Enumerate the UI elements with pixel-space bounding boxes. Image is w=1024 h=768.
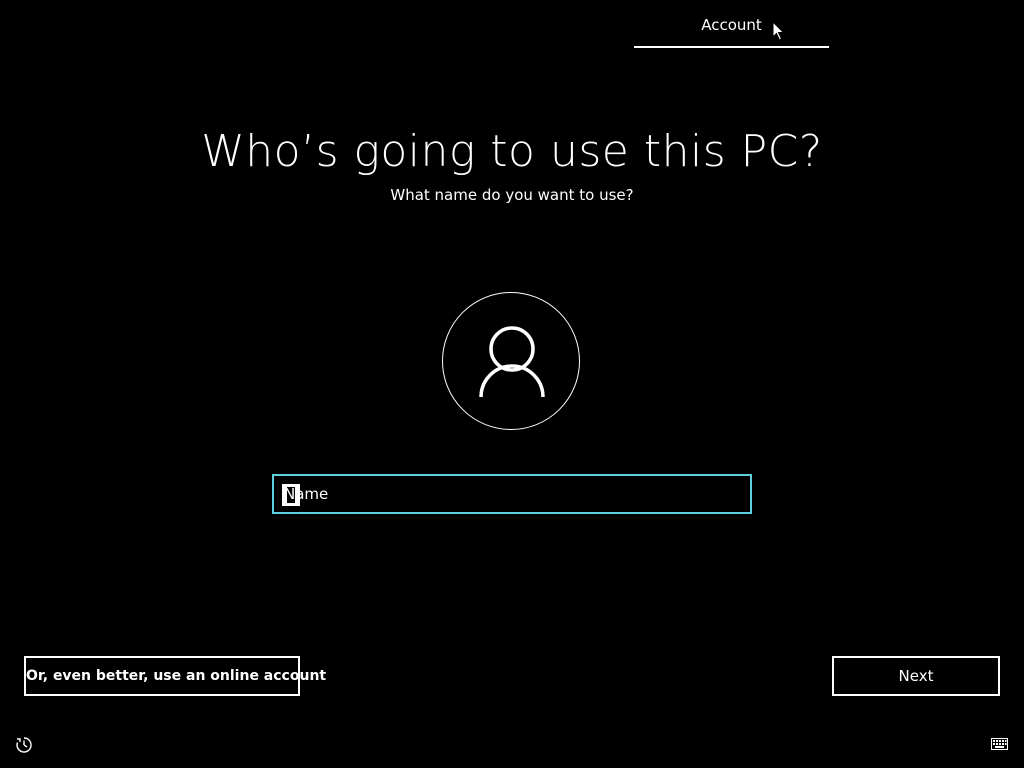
user-icon bbox=[479, 326, 545, 398]
tab-account[interactable]: Account bbox=[634, 0, 829, 48]
name-field[interactable] bbox=[272, 474, 752, 514]
oobe-account-screen: Account Who’s going to use this PC? What… bbox=[0, 0, 1024, 768]
avatar bbox=[442, 292, 580, 430]
next-button[interactable]: Next bbox=[832, 656, 1000, 696]
mouse-pointer-icon bbox=[772, 21, 785, 41]
tab-underline bbox=[634, 46, 829, 48]
tab-account-label: Account bbox=[701, 16, 762, 34]
online-account-button[interactable]: Or, even better, use an online account bbox=[24, 656, 326, 696]
page-title: Who’s going to use this PC? bbox=[201, 126, 823, 177]
page-subtitle: What name do you want to use? bbox=[390, 186, 634, 204]
keyboard-icon[interactable] bbox=[991, 738, 1008, 750]
ease-of-access-icon[interactable] bbox=[15, 736, 33, 754]
name-input[interactable] bbox=[284, 476, 734, 512]
